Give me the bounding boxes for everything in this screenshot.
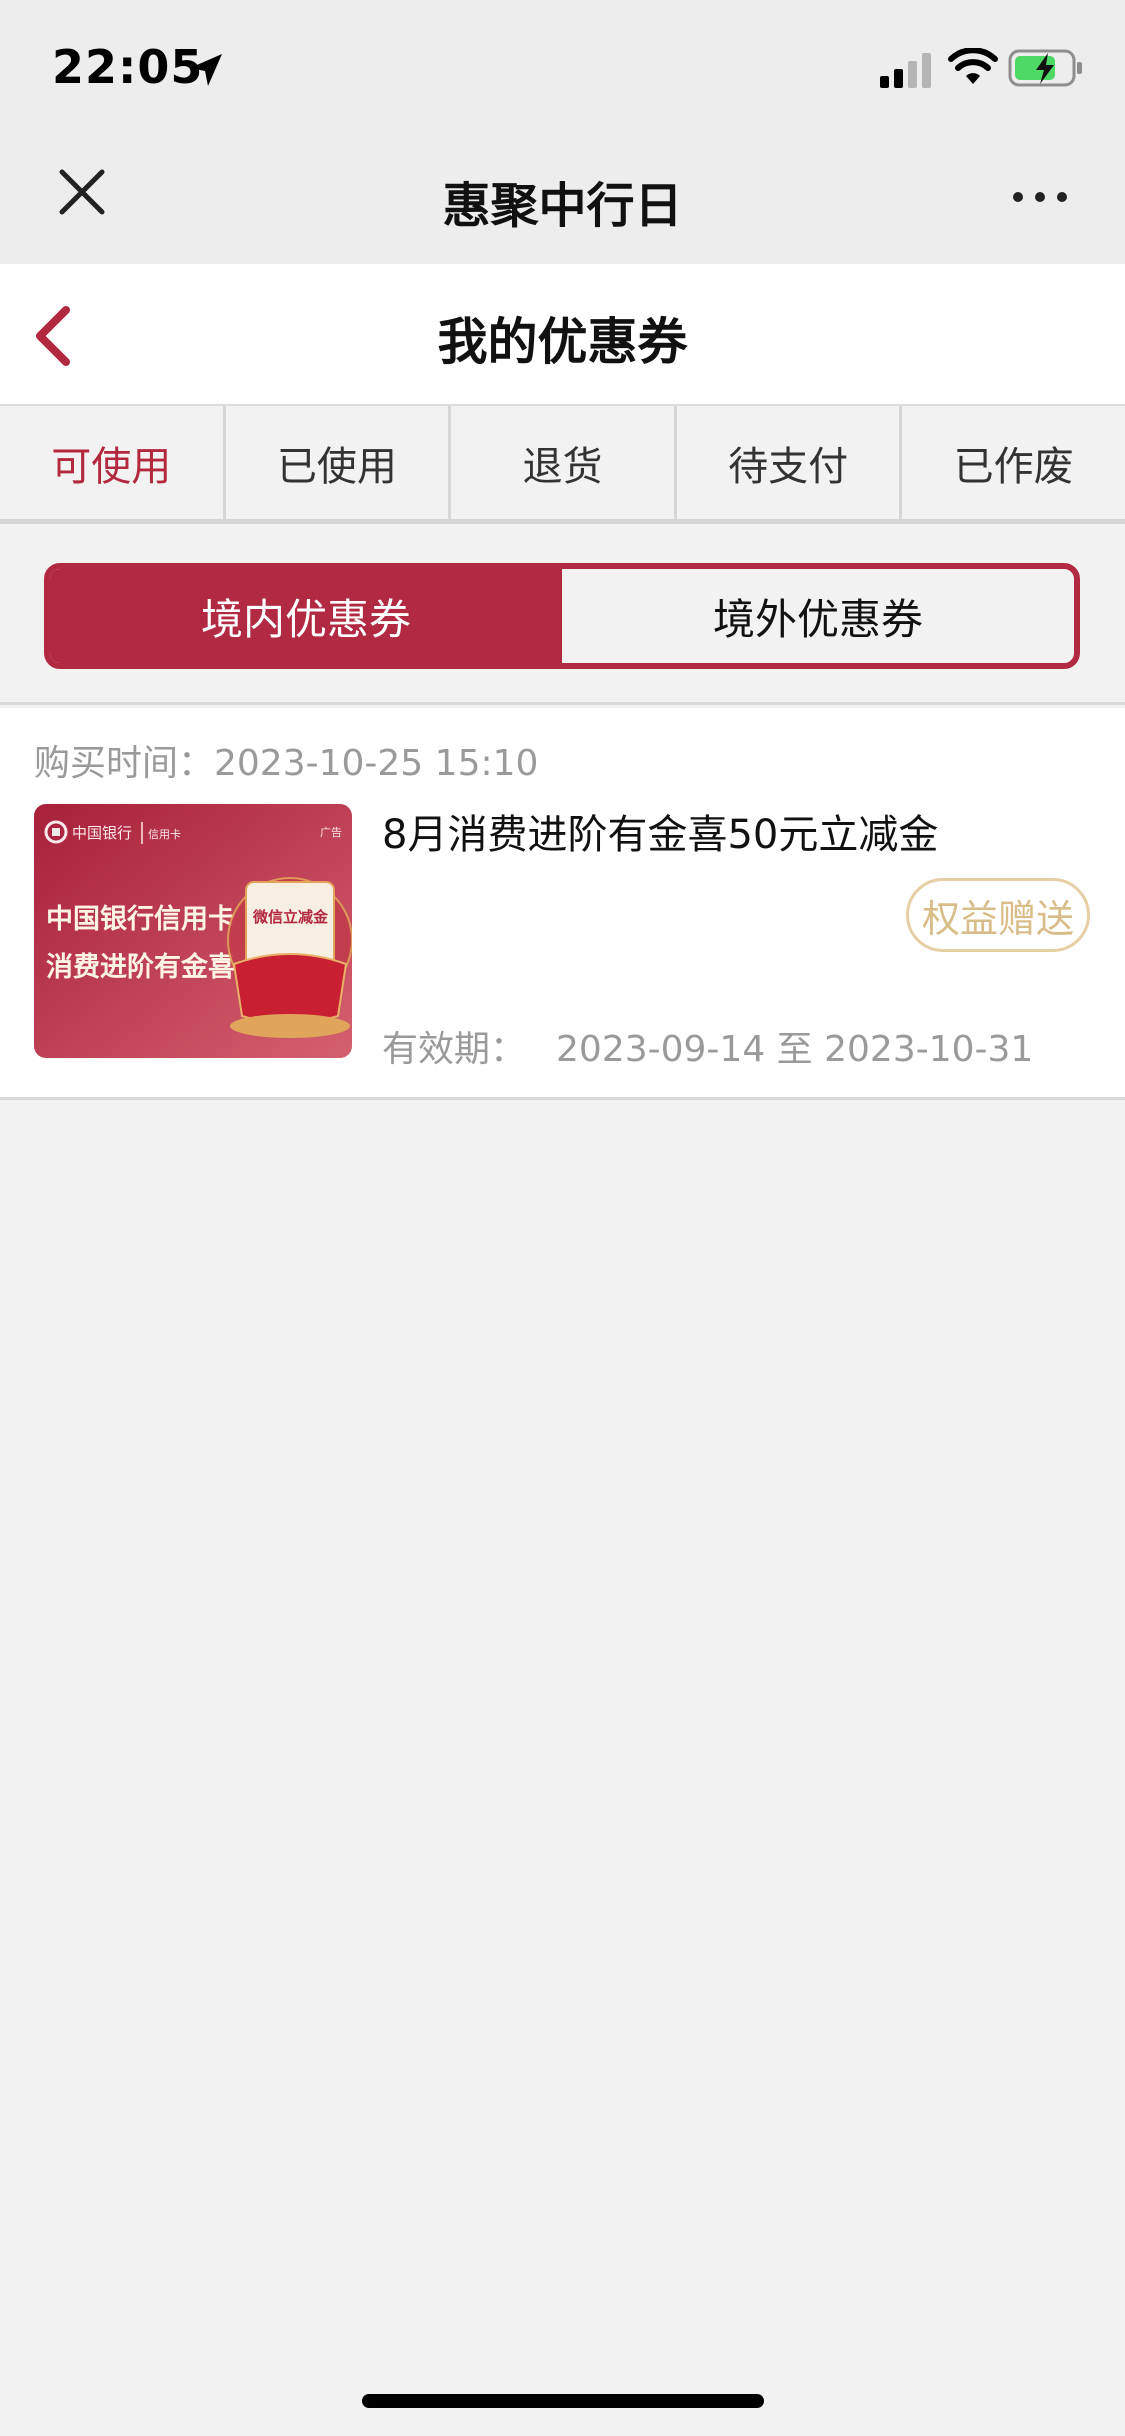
battery-charging-icon — [1008, 49, 1082, 87]
thumb-ad-tag: 广告 — [320, 826, 342, 839]
coupon-status-tabs: 可使用 已使用 退货 待支付 已作废 — [0, 406, 1125, 524]
coupon-thumbnail: 中国银行 信用卡 广告 中国银行信用卡 消费进阶有金喜 微信立减金 — [34, 804, 352, 1058]
coupon-card[interactable]: 购买时间：2023-10-25 15:10 中国银行 信用卡 广告 中国银行信用… — [0, 708, 1125, 1100]
signal-icon — [880, 53, 931, 88]
status-time: 22:05 — [52, 40, 204, 94]
wechat-top-bar: 22:05 惠聚中行日 — [0, 0, 1125, 264]
nav-title: 惠聚中行日 — [442, 178, 683, 234]
gift-badge: 权益赠送 — [906, 878, 1090, 952]
thumb-brand: 中国银行 — [72, 824, 132, 842]
region-segment-area: 境内优惠券 境外优惠券 — [0, 529, 1125, 705]
validity-range: 2023-09-14 至 2023-10-31 — [556, 1029, 1034, 1070]
coupon-title: 8月消费进阶有金喜50元立减金 — [382, 812, 939, 858]
purchase-time: 购买时间：2023-10-25 15:10 — [34, 743, 539, 784]
tab-voided[interactable]: 已作废 — [902, 406, 1125, 519]
location-arrow-icon — [190, 54, 222, 86]
wifi-icon — [948, 48, 998, 84]
tab-pending-payment[interactable]: 待支付 — [677, 406, 903, 519]
home-indicator — [362, 2394, 764, 2408]
thumb-line1: 中国银行信用卡 — [46, 903, 235, 935]
validity-period: 有效期： 2023-09-14 至 2023-10-31 — [382, 1020, 1033, 1072]
thumb-sticker: 微信立减金 — [252, 908, 329, 926]
page-title: 我的优惠券 — [437, 313, 688, 371]
tab-usable[interactable]: 可使用 — [0, 406, 226, 519]
segment-overseas-coupons[interactable]: 境外优惠券 — [562, 569, 1074, 663]
more-icon[interactable] — [1010, 182, 1070, 212]
tab-returned[interactable]: 退货 — [451, 406, 677, 519]
tab-used[interactable]: 已使用 — [226, 406, 452, 519]
validity-label: 有效期： — [382, 1029, 527, 1070]
page-header: 我的优惠券 — [0, 264, 1125, 406]
segment-domestic-coupons[interactable]: 境内优惠券 — [50, 569, 562, 663]
thumb-brand-sub: 信用卡 — [148, 828, 181, 841]
thumb-line2: 消费进阶有金喜 — [46, 951, 235, 983]
region-segmented-control: 境内优惠券 境外优惠券 — [44, 563, 1080, 669]
app-root: 22:05 惠聚中行日 我的优惠券 可使用 已使用 退货 待支付 已作废 境内优… — [0, 0, 1125, 2436]
